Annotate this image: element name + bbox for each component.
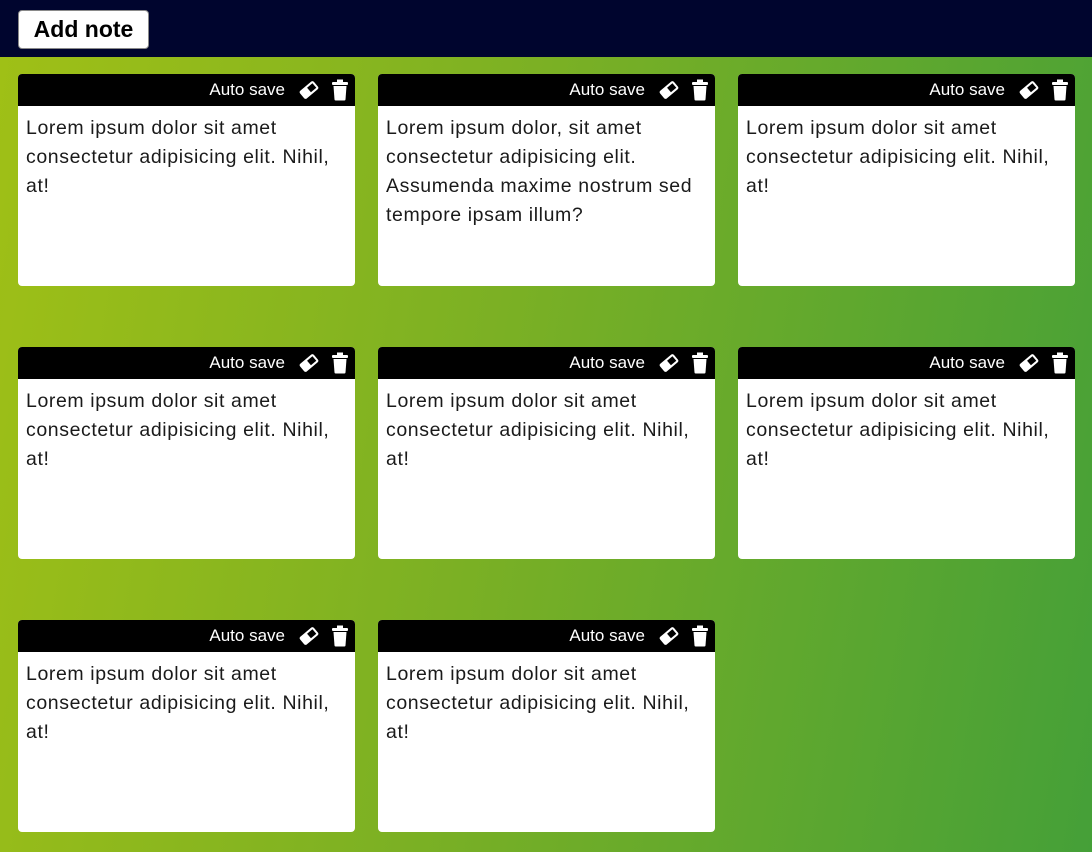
note-card: Auto save Lorem ipsum dolor sit amet con…	[378, 347, 715, 559]
eraser-icon[interactable]	[657, 351, 681, 375]
note-text[interactable]: Lorem ipsum dolor, sit amet consectetur …	[378, 106, 715, 238]
trash-icon[interactable]	[331, 352, 349, 374]
note-card: Auto save Lorem ipsum dolor sit amet con…	[18, 347, 355, 559]
note-toolbar: Auto save	[18, 347, 355, 379]
eraser-icon[interactable]	[1017, 351, 1041, 375]
auto-save-label[interactable]: Auto save	[569, 80, 645, 100]
note-toolbar: Auto save	[378, 347, 715, 379]
trash-icon[interactable]	[1051, 79, 1069, 101]
note-toolbar: Auto save	[18, 74, 355, 106]
trash-icon[interactable]	[691, 352, 709, 374]
trash-icon[interactable]	[691, 79, 709, 101]
auto-save-label[interactable]: Auto save	[209, 353, 285, 373]
note-card: Auto save Lorem ipsum dolor sit amet con…	[18, 74, 355, 286]
trash-icon[interactable]	[331, 625, 349, 647]
auto-save-label[interactable]: Auto save	[569, 626, 645, 646]
eraser-icon[interactable]	[297, 78, 321, 102]
eraser-icon[interactable]	[297, 624, 321, 648]
eraser-icon[interactable]	[657, 624, 681, 648]
auto-save-label[interactable]: Auto save	[209, 80, 285, 100]
note-toolbar: Auto save	[18, 620, 355, 652]
note-card: Auto save Lorem ipsum dolor sit amet con…	[378, 620, 715, 832]
note-toolbar: Auto save	[738, 347, 1075, 379]
trash-icon[interactable]	[1051, 352, 1069, 374]
top-bar: Add note	[0, 0, 1092, 57]
auto-save-label[interactable]: Auto save	[569, 353, 645, 373]
note-text[interactable]: Lorem ipsum dolor sit amet consectetur a…	[738, 106, 1075, 209]
note-text[interactable]: Lorem ipsum dolor sit amet consectetur a…	[378, 379, 715, 482]
note-card: Auto save Lorem ipsum dolor sit amet con…	[738, 347, 1075, 559]
add-note-button[interactable]: Add note	[18, 10, 149, 49]
note-text[interactable]: Lorem ipsum dolor sit amet consectetur a…	[18, 379, 355, 482]
note-text[interactable]: Lorem ipsum dolor sit amet consectetur a…	[18, 652, 355, 755]
note-text[interactable]: Lorem ipsum dolor sit amet consectetur a…	[378, 652, 715, 755]
note-toolbar: Auto save	[378, 620, 715, 652]
trash-icon[interactable]	[331, 79, 349, 101]
auto-save-label[interactable]: Auto save	[929, 80, 1005, 100]
eraser-icon[interactable]	[1017, 78, 1041, 102]
auto-save-label[interactable]: Auto save	[209, 626, 285, 646]
note-card: Auto save Lorem ipsum dolor, sit amet co…	[378, 74, 715, 286]
note-card: Auto save Lorem ipsum dolor sit amet con…	[18, 620, 355, 832]
note-toolbar: Auto save	[378, 74, 715, 106]
note-toolbar: Auto save	[738, 74, 1075, 106]
note-text[interactable]: Lorem ipsum dolor sit amet consectetur a…	[18, 106, 355, 209]
note-text[interactable]: Lorem ipsum dolor sit amet consectetur a…	[738, 379, 1075, 482]
auto-save-label[interactable]: Auto save	[929, 353, 1005, 373]
eraser-icon[interactable]	[657, 78, 681, 102]
trash-icon[interactable]	[691, 625, 709, 647]
eraser-icon[interactable]	[297, 351, 321, 375]
note-card: Auto save Lorem ipsum dolor sit amet con…	[738, 74, 1075, 286]
